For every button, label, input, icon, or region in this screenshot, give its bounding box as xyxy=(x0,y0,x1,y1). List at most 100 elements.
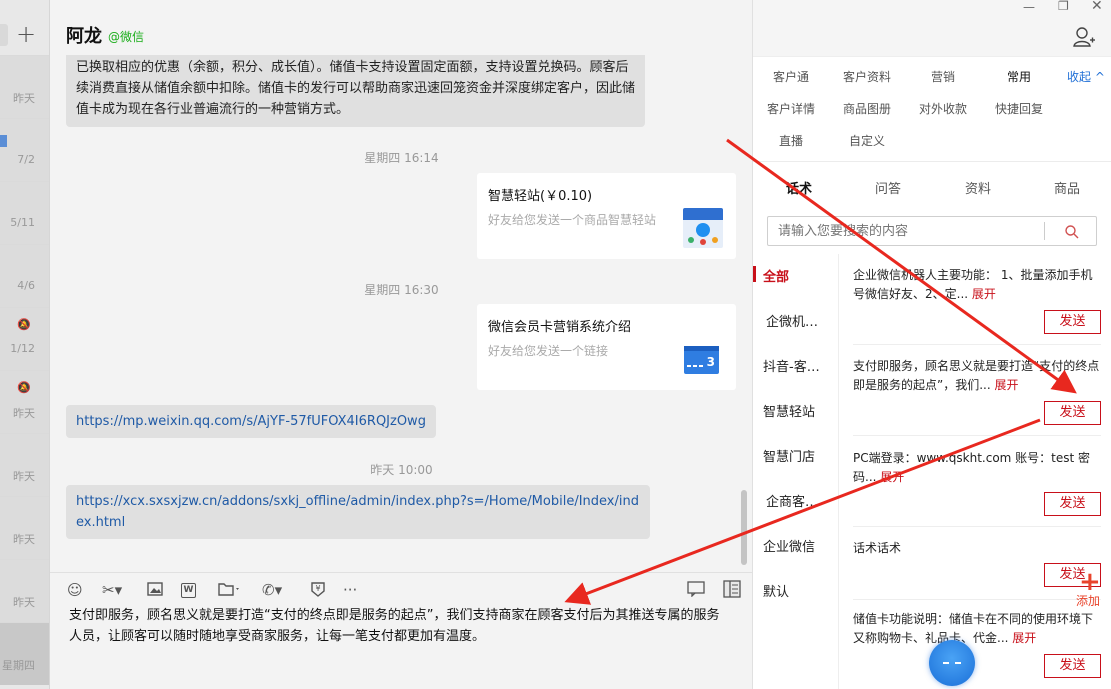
card-title: 微信会员卡营销系统介绍 xyxy=(488,320,632,335)
tab-marketing[interactable]: 营销 xyxy=(931,68,955,85)
folder-icon[interactable] xyxy=(218,581,242,599)
conversation-item[interactable]: 5/11 xyxy=(0,181,49,244)
tab-custom[interactable]: 自定义 xyxy=(849,132,885,149)
subtab-qa[interactable]: 问答 xyxy=(875,178,901,197)
divider xyxy=(853,344,1101,345)
product-card[interactable]: 智慧轻站(￥0.10) 好友给您发送一个商品智慧轻站 xyxy=(477,173,736,259)
search-box xyxy=(767,216,1097,246)
add-chat-button[interactable]: + xyxy=(14,22,38,46)
send-button[interactable]: 发送 xyxy=(1044,492,1101,516)
chat-title: 阿龙 xyxy=(66,26,102,47)
search-stub[interactable] xyxy=(0,24,8,46)
link-message[interactable]: https://xcx.sxsxjzw.cn/addons/sxkj_offli… xyxy=(66,485,650,539)
script-text: 企业微信机器人主要功能： 1、批量添加手机号微信好友、2、定... 展开 xyxy=(853,266,1101,304)
script-text-body: 话术话术 xyxy=(853,541,902,555)
tab-customer-pass[interactable]: 客户通 xyxy=(773,68,809,85)
divider xyxy=(853,435,1101,436)
image-icon[interactable] xyxy=(147,581,163,599)
collapse-label: 收起 xyxy=(1067,70,1092,84)
script-item: 支付即服务，顾名思义就是要打造“支付的终点即是服务的起点”，我们... 展开 发… xyxy=(853,357,1101,429)
chat-history-icon[interactable] xyxy=(687,581,705,599)
tab-customer-detail[interactable]: 客户详情 xyxy=(767,100,815,117)
category-item[interactable]: 企业微信 xyxy=(763,536,833,555)
chat-scrollbar[interactable] xyxy=(741,490,747,565)
tab-payment[interactable]: 对外收款 xyxy=(919,100,967,117)
expand-link[interactable]: 展开 xyxy=(1012,631,1036,645)
conversation-item[interactable]: 昨天 xyxy=(0,559,49,622)
conversation-item[interactable]: 🔕 昨天 xyxy=(0,370,49,433)
expand-link[interactable]: 展开 xyxy=(972,287,996,301)
add-script-button[interactable]: + 添加 xyxy=(1071,568,1111,608)
money-icon[interactable]: ¥ xyxy=(310,581,326,599)
search-icon[interactable] xyxy=(1064,224,1080,240)
scissors-icon[interactable]: ✂▾ xyxy=(102,581,122,599)
message-bubble: 已换取相应的优惠（余额，积分、成长值）。储值卡支持设置固定面额，支持设置兑换码。… xyxy=(66,55,645,127)
link-card[interactable]: 微信会员卡营销系统介绍 好友给您发送一个链接 3 xyxy=(477,304,736,390)
conversation-date: 4/6 xyxy=(17,279,35,292)
add-user-icon[interactable] xyxy=(1073,26,1095,48)
conversation-item[interactable]: 昨天 xyxy=(0,496,49,559)
chat-header: 阿龙 @微信 xyxy=(50,0,753,55)
send-button[interactable]: 发送 xyxy=(1044,654,1101,678)
message-input[interactable]: 支付即服务，顾名思义就是要打造“支付的终点即是服务的起点”，我们支持商家在顾客支… xyxy=(50,604,753,689)
category-item[interactable]: 智慧门店 xyxy=(763,446,833,465)
conversation-list: + 昨天 7/2 5/11 4/6 🔕 1/12 🔕 昨天 昨天 昨天 昨天 星期四 xyxy=(0,0,50,689)
tab-customer-info[interactable]: 客户资料 xyxy=(843,68,891,85)
unread-badge-icon xyxy=(0,135,7,147)
message-time: 星期四 16:14 xyxy=(364,151,439,165)
category-item[interactable]: 企商客… xyxy=(766,491,836,510)
conversation-item[interactable]: 7/2 xyxy=(0,118,49,181)
script-item: 话术话术 发送 xyxy=(853,539,1101,589)
more-icon[interactable]: ··· xyxy=(343,581,357,599)
word-icon[interactable]: W xyxy=(181,583,196,598)
panel-toggle-icon[interactable] xyxy=(723,580,741,598)
conversation-date: 7/2 xyxy=(17,153,35,166)
script-text: PC端登录：www.qskht.com 账号：test 密码... 展开 xyxy=(853,449,1101,487)
input-toolbar: ☺ ✂▾ W ✆▾ ¥ ··· xyxy=(50,572,753,604)
phone-icon[interactable]: ✆▾ xyxy=(262,581,282,599)
script-text: 储值卡功能说明：储值卡在不同的使用环境下又称购物卡、礼品卡、代金... 展开 xyxy=(853,610,1101,648)
chat-source-label: @微信 xyxy=(108,30,145,44)
emoji-icon[interactable]: ☺ xyxy=(67,581,83,599)
restore-icon[interactable]: ❐ xyxy=(1058,0,1069,13)
tab-product-album[interactable]: 商品图册 xyxy=(843,100,891,117)
conversation-item[interactable]: 星期四 xyxy=(0,622,49,685)
category-item[interactable]: 默认 xyxy=(763,581,833,600)
add-label: 添加 xyxy=(1076,594,1101,608)
link-message[interactable]: https://mp.weixin.qq.com/s/AjYF-57fUFOX4… xyxy=(66,405,436,438)
conversation-item[interactable]: 昨天 xyxy=(0,55,49,118)
conversation-item[interactable]: 4/6 xyxy=(0,244,49,307)
subtab-scripts[interactable]: 话术 xyxy=(786,178,812,197)
category-item[interactable]: 智慧轻站 xyxy=(763,401,833,420)
subtab-materials[interactable]: 资料 xyxy=(965,178,991,197)
send-button[interactable]: 发送 xyxy=(1044,310,1101,334)
card-thumbnail-icon: 3 xyxy=(684,346,719,374)
minimize-icon[interactable]: — xyxy=(1023,0,1035,14)
conversation-date: 星期四 xyxy=(2,659,35,672)
tab-common[interactable]: 常用 xyxy=(1007,68,1031,85)
script-item: 储值卡功能说明：储值卡在不同的使用环境下又称购物卡、礼品卡、代金... 展开 发… xyxy=(853,610,1101,689)
subtab-products[interactable]: 商品 xyxy=(1054,178,1080,197)
category-item[interactable]: 企微机… xyxy=(766,311,836,330)
collapse-button[interactable]: 收起 ^ xyxy=(1067,68,1105,85)
conversation-date: 昨天 xyxy=(13,596,35,609)
close-icon[interactable]: ✕ xyxy=(1091,0,1103,14)
expand-link[interactable]: 展开 xyxy=(995,378,1019,392)
tab-quick-reply[interactable]: 快捷回复 xyxy=(995,100,1043,117)
expand-link[interactable]: 展开 xyxy=(880,470,904,484)
message-input-text[interactable]: 支付即服务，顾名思义就是要打造“支付的终点即是服务的起点”，我们支持商家在顾客支… xyxy=(69,605,729,647)
chat-window: 阿龙 @微信 已换取相应的优惠（余额，积分、成长值）。储值卡支持设置固定面额，支… xyxy=(50,0,753,689)
search-input[interactable] xyxy=(768,217,1043,245)
card-description: 好友给您发送一个链接 xyxy=(488,344,609,358)
send-button[interactable]: 发送 xyxy=(1044,401,1101,425)
category-all[interactable]: 全部 xyxy=(763,266,833,285)
mute-bell-icon: 🔕 xyxy=(17,381,31,394)
conversation-item[interactable]: 🔕 1/12 xyxy=(0,307,49,370)
category-item[interactable]: 抖音-客… xyxy=(763,356,833,375)
conversation-item[interactable]: 昨天 xyxy=(0,433,49,496)
floating-assistant-icon[interactable] xyxy=(929,640,975,686)
sidebar-panel: — ❐ ✕ 客户通 客户资料 营销 常用 收起 ^ 客户详情 商品图册 对外收款… xyxy=(753,0,1111,689)
conversation-date: 昨天 xyxy=(13,92,35,105)
tab-live[interactable]: 直播 xyxy=(779,132,803,149)
mute-bell-icon: 🔕 xyxy=(17,318,31,331)
